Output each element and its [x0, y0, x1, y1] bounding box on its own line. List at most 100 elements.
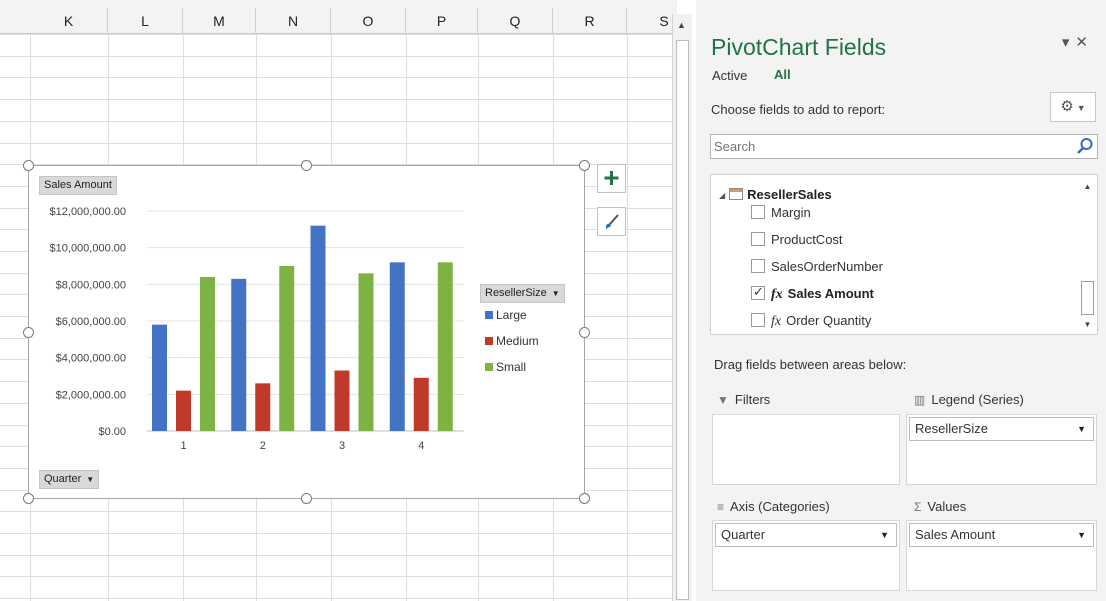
pane-title: PivotChart Fields — [711, 34, 887, 60]
legend-swatch — [485, 311, 493, 319]
resize-handle-right[interactable] — [579, 327, 590, 338]
dropdown-arrow-icon[interactable]: ▼ — [880, 524, 889, 546]
value-field-button[interactable]: Sales Amount — [39, 176, 117, 195]
resize-handle-bottom[interactable] — [301, 493, 312, 504]
row-gridline — [0, 34, 672, 35]
x-tick-label: 3 — [339, 440, 345, 452]
scrollbar-thumb[interactable] — [1081, 281, 1094, 315]
column-header-o[interactable]: O — [331, 8, 406, 34]
search-input[interactable] — [711, 135, 1071, 158]
legend-field-item[interactable]: ResellerSize ▼ — [909, 417, 1094, 441]
field-row[interactable]: SalesOrderNumber — [751, 259, 883, 279]
field-row[interactable]: fx Order Quantity — [751, 313, 871, 333]
field-row[interactable]: fx Sales Amount — [751, 284, 874, 306]
bar-medium-q3 — [334, 370, 350, 431]
column-header-l[interactable]: L — [108, 8, 183, 34]
worksheet: KLMNOPQRS ▲ $0.00 $2,000,000.00 $4,000,000… — [0, 0, 703, 601]
y-tick-label: $8,000,000.00 — [56, 279, 126, 291]
table-node[interactable]: ◢ ResellerSales — [719, 187, 832, 202]
close-icon[interactable]: ✕ — [1075, 34, 1094, 51]
dropdown-arrow-icon: ▼ — [86, 475, 95, 484]
bar-small-q2 — [279, 266, 295, 431]
legend-item-medium: Medium — [485, 334, 539, 348]
resize-handle-top-left[interactable] — [23, 160, 34, 171]
filters-drop-area[interactable] — [712, 414, 900, 485]
dropdown-arrow-icon[interactable]: ▼ — [1077, 524, 1086, 546]
legend-swatch — [485, 363, 493, 371]
axis-field-item[interactable]: Quarter ▼ — [715, 523, 897, 547]
resize-handle-top[interactable] — [301, 160, 312, 171]
values-field-item-label: Sales Amount — [915, 527, 996, 542]
tab-all[interactable]: All — [774, 67, 791, 82]
scroll-down-icon[interactable]: ▼ — [1080, 317, 1095, 332]
axis-area-label: ≡ Axis (Categories) — [717, 499, 830, 514]
scroll-up-icon[interactable]: ▲ — [1080, 179, 1095, 194]
resize-handle-left[interactable] — [23, 327, 34, 338]
field-checkbox[interactable] — [751, 259, 765, 273]
chevron-down-icon: ▼ — [1076, 103, 1086, 113]
vertical-scrollbar[interactable]: ▲ — [672, 14, 692, 601]
dropdown-arrow-icon[interactable]: ▼ — [1077, 418, 1086, 440]
legend-drop-area[interactable]: ResellerSize ▼ — [906, 414, 1097, 485]
bar-medium-q1 — [176, 390, 191, 431]
legend-field-item-label: ResellerSize — [915, 421, 988, 436]
axis-categories-icon: ≡ — [717, 500, 725, 514]
tools-button[interactable]: ⚙ ▼ — [1050, 92, 1096, 122]
axis-field-button[interactable]: Quarter ▼ — [39, 470, 100, 489]
column-header-p[interactable]: P — [406, 8, 478, 34]
measure-fx-icon: fx — [771, 287, 783, 302]
field-row[interactable]: ProductCost — [751, 232, 843, 252]
y-tick-label: $0.00 — [98, 426, 126, 438]
resize-handle-top-right[interactable] — [579, 160, 590, 171]
legend-area-label: ▥ Legend (Series) — [914, 392, 1024, 407]
legend-label: Small — [496, 360, 527, 374]
field-checkbox[interactable] — [751, 313, 765, 327]
resize-handle-bottom-left[interactable] — [23, 493, 34, 504]
table-name: ResellerSales — [747, 187, 832, 202]
axis-label: Axis (Categories) — [730, 499, 830, 514]
table-icon — [729, 188, 744, 200]
row-gridline — [0, 576, 672, 577]
measure-fx-icon: fx — [771, 314, 782, 329]
field-list-scrollbar[interactable]: ▲ ▼ — [1080, 177, 1095, 332]
pivot-chart[interactable]: $0.00 $2,000,000.00 $4,000,000.00 $6,000,00… — [28, 165, 585, 499]
legend-field-button[interactable]: ResellerSize ▼ — [480, 284, 565, 303]
column-header-q[interactable]: Q — [478, 8, 553, 34]
y-tick-label: $4,000,000.00 — [56, 353, 126, 365]
chart-elements-button[interactable] — [597, 164, 626, 193]
filters-label: Filters — [734, 392, 771, 407]
values-field-item[interactable]: Sales Amount ▼ — [909, 523, 1094, 547]
field-checkbox[interactable] — [751, 232, 765, 246]
field-label: Margin — [771, 205, 811, 220]
field-checkbox[interactable] — [751, 284, 765, 300]
chart-styles-button[interactable] — [597, 207, 626, 236]
axis-field-item-label: Quarter — [721, 527, 766, 542]
search-icon[interactable] — [1076, 137, 1094, 155]
column-header-m[interactable]: M — [183, 8, 256, 34]
values-label: Values — [927, 499, 967, 514]
column-header-r[interactable]: R — [553, 8, 627, 34]
dropdown-arrow-icon: ▼ — [551, 289, 560, 298]
column-header-k[interactable]: K — [30, 8, 108, 34]
field-row[interactable]: Margin — [751, 205, 811, 225]
search-field[interactable] — [710, 134, 1098, 159]
axis-drop-area[interactable]: Quarter ▼ — [712, 520, 900, 591]
row-gridline — [0, 56, 672, 57]
bar-medium-q4 — [413, 377, 429, 431]
expand-arrow-icon[interactable]: ◢ — [719, 191, 725, 200]
field-checkbox[interactable] — [751, 205, 765, 219]
legend-series-icon: ▥ — [914, 393, 926, 407]
values-drop-area[interactable]: Sales Amount ▼ — [906, 520, 1097, 591]
filters-area-label: ▼ Filters — [717, 392, 770, 407]
filter-icon: ▼ — [717, 393, 729, 407]
bar-small-q1 — [200, 277, 215, 431]
scrollbar-thumb[interactable] — [676, 40, 689, 600]
scroll-up-icon[interactable]: ▲ — [677, 20, 686, 30]
row-gridline — [0, 77, 672, 78]
column-headers: KLMNOPQRS — [0, 8, 702, 34]
pane-options-icon[interactable]: ▾ — [1062, 34, 1076, 51]
legend-item-large: Large — [485, 308, 527, 322]
resize-handle-bottom-right[interactable] — [579, 493, 590, 504]
tab-active[interactable]: Active — [712, 68, 747, 83]
column-header-n[interactable]: N — [256, 8, 331, 34]
